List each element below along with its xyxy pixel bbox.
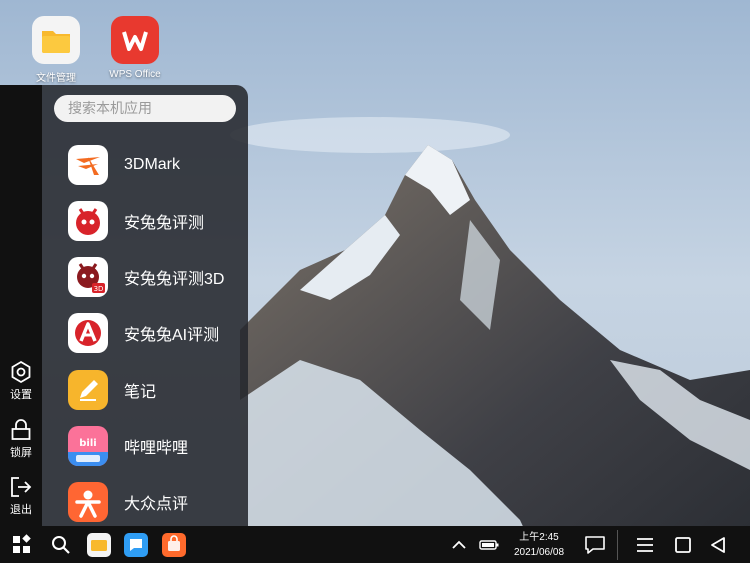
lock-label: 锁屏 xyxy=(10,447,32,459)
square-icon xyxy=(675,536,691,553)
app-label: 哔哩哔哩 xyxy=(124,440,189,457)
desktop-icon-wps[interactable]: WPS Office xyxy=(100,16,170,80)
recents-button[interactable] xyxy=(633,526,657,563)
gear-icon xyxy=(11,360,31,384)
start-button[interactable] xyxy=(8,526,36,563)
battery-icon xyxy=(479,539,499,550)
exit-button[interactable]: 退出 xyxy=(0,475,42,517)
chevron-up-icon xyxy=(452,540,466,549)
message-bubble-icon xyxy=(585,535,605,554)
taskbar-app-messages[interactable] xyxy=(123,526,149,563)
desktop-icon-label: 文件管理 xyxy=(36,73,76,84)
app-item-bilibili[interactable]: bili 哔哩哔哩 xyxy=(68,424,244,468)
app-label: 笔记 xyxy=(124,384,157,401)
back-button[interactable] xyxy=(706,526,730,563)
folder-icon xyxy=(32,16,80,64)
antutu-3d-icon: 3D xyxy=(68,257,108,297)
app-item-antutu-ai[interactable]: 安兔兔AI评测 xyxy=(68,311,244,355)
tray-expand-button[interactable] xyxy=(448,526,470,563)
menu-icon xyxy=(637,537,653,552)
notification-button[interactable] xyxy=(583,526,607,563)
clock[interactable]: 上午2:45 2021/06/08 xyxy=(508,530,570,560)
bilibili-icon: bili xyxy=(68,426,108,466)
desktop-icon-file-manager[interactable]: 文件管理 xyxy=(21,16,91,84)
app-label: 大众点评 xyxy=(124,496,189,513)
store-icon xyxy=(162,532,186,557)
app-launcher-panel: 搜索本机应用 3DMark 安兔兔评测 3D 安兔兔评测3D 安兔兔AI评测 笔… xyxy=(42,85,248,526)
date-text: 2021/06/08 xyxy=(513,547,565,558)
lock-icon xyxy=(11,419,31,440)
notes-icon xyxy=(68,370,108,410)
taskbar-divider xyxy=(617,530,618,560)
search-input[interactable]: 搜索本机应用 xyxy=(54,95,236,122)
files-icon xyxy=(87,532,111,557)
app-item-dianping[interactable]: 大众点评 xyxy=(68,480,244,524)
home-button[interactable] xyxy=(671,526,695,563)
app-label: 安兔兔评测 xyxy=(124,215,205,232)
app-item-antutu-3d[interactable]: 3D 安兔兔评测3D xyxy=(68,255,244,299)
wps-icon xyxy=(111,16,159,64)
lock-screen-button[interactable]: 锁屏 xyxy=(0,418,42,460)
settings-button[interactable]: 设置 xyxy=(0,360,42,402)
svg-text:3D: 3D xyxy=(94,285,104,293)
battery-indicator[interactable] xyxy=(477,526,501,563)
back-triangle-icon xyxy=(711,536,725,553)
app-label: 安兔兔评测3D xyxy=(124,271,225,288)
svg-text:bili: bili xyxy=(79,438,96,449)
dianping-icon xyxy=(68,482,108,522)
exit-icon xyxy=(11,477,32,497)
apps-grid-icon xyxy=(13,533,31,553)
antutu-icon xyxy=(68,201,108,241)
time-text: 上午2:45 xyxy=(519,532,559,543)
antutu-ai-icon xyxy=(68,313,108,353)
search-icon xyxy=(52,535,70,554)
app-item-antutu[interactable]: 安兔兔评测 xyxy=(68,199,244,243)
search-button[interactable] xyxy=(48,526,74,563)
desktop-icon-label: WPS Office xyxy=(109,69,161,80)
taskbar-app-files[interactable] xyxy=(86,526,112,563)
sidebar: 设置 锁屏 退出 xyxy=(0,85,42,526)
app-item-3dmark[interactable]: 3DMark xyxy=(68,143,244,187)
app-label: 安兔兔AI评测 xyxy=(124,327,220,344)
messages-icon xyxy=(124,532,148,557)
taskbar-app-store[interactable] xyxy=(161,526,187,563)
app-label: 3DMark xyxy=(124,156,181,173)
exit-label: 退出 xyxy=(10,504,32,516)
settings-label: 设置 xyxy=(10,389,32,401)
3dmark-icon xyxy=(68,145,108,185)
app-item-notes[interactable]: 笔记 xyxy=(68,368,244,412)
taskbar: 上午2:45 2021/06/08 xyxy=(0,526,750,563)
